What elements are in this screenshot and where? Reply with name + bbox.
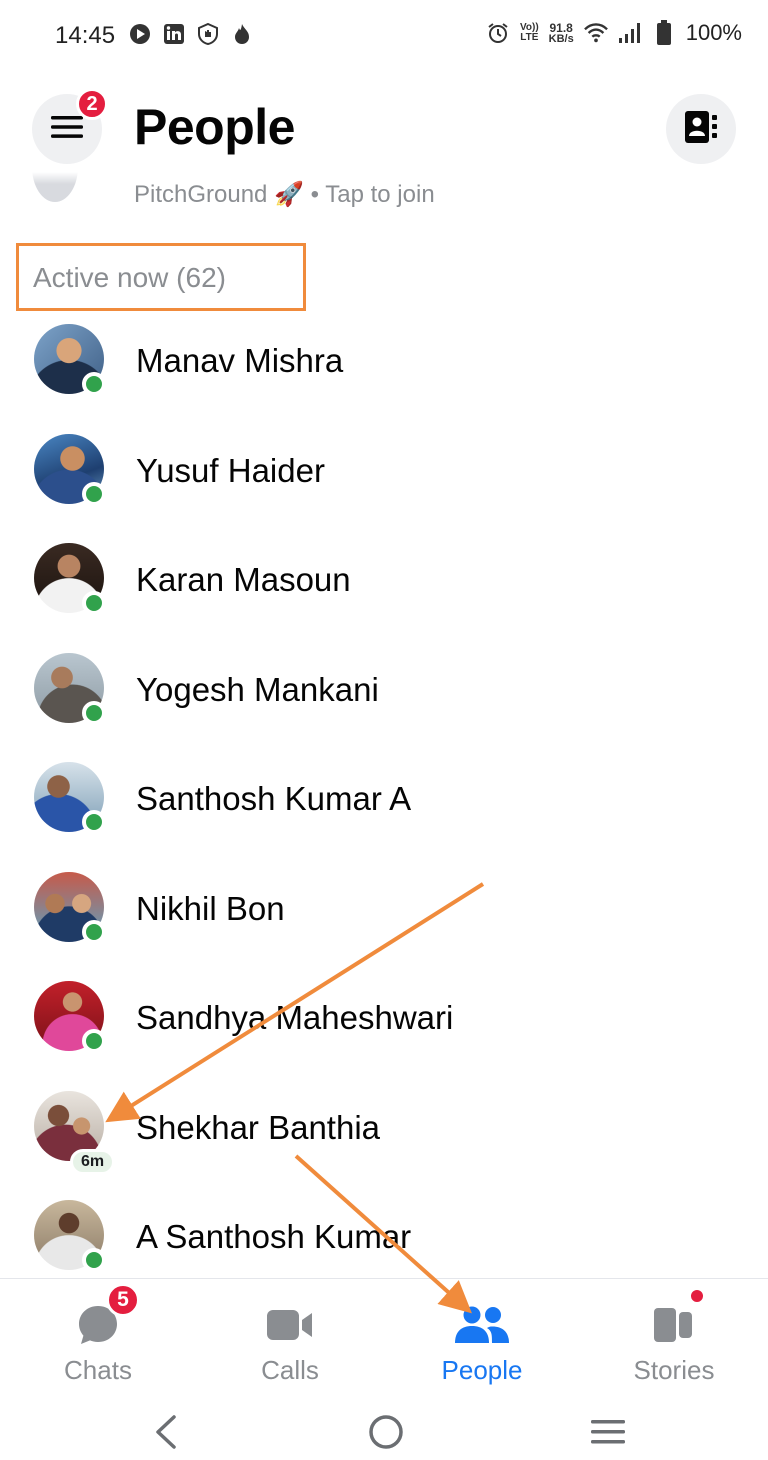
- stories-icon: [646, 1287, 706, 1349]
- active-now-header: Active now (62): [33, 262, 226, 293]
- group-join-row[interactable]: PitchGround 🚀 • Tap to join: [0, 172, 768, 214]
- last-active-badge: 6m: [70, 1148, 116, 1175]
- linkedin-icon: [162, 22, 186, 46]
- person-name: Sandhya Maheshwari: [136, 999, 454, 1036]
- flame-icon: [230, 22, 254, 46]
- online-indicator: [82, 591, 106, 615]
- chats-unread-badge: 5: [106, 1283, 140, 1317]
- menu-notification-badge: 2: [76, 88, 108, 120]
- person-row[interactable]: Yogesh Mankani: [0, 635, 768, 745]
- system-navigation-bar: [0, 1400, 768, 1460]
- person-name: Shekhar Banthia: [136, 1108, 381, 1146]
- person-name: Yusuf Haider: [136, 451, 325, 489]
- alarm-icon: [486, 21, 510, 45]
- contacts-button[interactable]: [666, 94, 736, 164]
- online-indicator: [82, 700, 106, 725]
- group-join-text: PitchGround 🚀 • Tap to join: [134, 181, 435, 208]
- battery-icon: [652, 20, 676, 45]
- hamburger-icon: [51, 115, 83, 144]
- tab-label: People: [441, 1355, 523, 1385]
- stories-new-dot: [688, 1287, 706, 1305]
- people-list: Manav Mishra Yusuf Haider Karan Masoun Y…: [0, 306, 768, 1292]
- tab-label: Stories: [633, 1355, 715, 1385]
- person-name: A Santhosh Kumar: [136, 1218, 412, 1255]
- person-name: Santhosh Kumar A: [136, 780, 412, 817]
- person-row[interactable]: Manav Mishra: [0, 306, 768, 416]
- wifi-icon: [583, 21, 608, 45]
- person-row[interactable]: Santhosh Kumar A: [0, 744, 768, 854]
- home-nav-icon[interactable]: [366, 1412, 406, 1452]
- online-indicator: [82, 1248, 106, 1272]
- tab-label: Calls: [261, 1355, 319, 1385]
- people-icon: [454, 1301, 510, 1349]
- tab-stories[interactable]: Stories: [578, 1279, 768, 1401]
- person-row[interactable]: Yusuf Haider: [0, 416, 768, 526]
- battery-level: 100%: [685, 20, 742, 45]
- signal-icon: [618, 21, 642, 45]
- status-system-icons: Vo)) LTE 91.8 KB/s 100%: [486, 20, 742, 46]
- page-title: People: [134, 99, 295, 155]
- back-nav-icon[interactable]: [146, 1412, 186, 1452]
- video-camera-icon: [262, 1301, 318, 1349]
- contact-book-icon: [683, 110, 719, 149]
- bottom-tab-bar: 5 Chats Calls People Stories: [0, 1278, 768, 1400]
- tab-chats[interactable]: 5 Chats: [2, 1279, 194, 1401]
- person-row[interactable]: Sandhya Maheshwari: [0, 963, 768, 1073]
- person-name: Manav Mishra: [136, 342, 344, 379]
- tab-calls[interactable]: Calls: [194, 1279, 386, 1401]
- recents-nav-icon[interactable]: [588, 1412, 628, 1452]
- play-icon: [128, 22, 152, 46]
- person-row[interactable]: 6m Shekhar Banthia: [0, 1073, 768, 1183]
- online-indicator: [82, 1029, 106, 1053]
- online-indicator: [82, 372, 106, 396]
- network-speed: 91.8 KB/s: [548, 20, 574, 45]
- online-indicator: [82, 919, 106, 944]
- shield-hand-icon: [196, 22, 220, 46]
- person-row[interactable]: A Santhosh Kumar: [0, 1182, 768, 1292]
- online-indicator: [82, 810, 106, 834]
- status-bar: 14:45 Vo)) LTE 91.8 KB/s 100%: [0, 0, 768, 72]
- status-notification-icons: [128, 22, 254, 46]
- person-name: Nikhil Bon: [136, 889, 285, 927]
- status-time: 14:45: [55, 22, 116, 49]
- volte-indicator: Vo)) LTE: [519, 22, 539, 43]
- tab-label: Chats: [64, 1355, 132, 1385]
- online-indicator: [82, 481, 106, 506]
- person-name: Karan Masoun: [136, 561, 351, 598]
- person-row[interactable]: Nikhil Bon: [0, 854, 768, 964]
- tab-people[interactable]: People: [386, 1279, 578, 1401]
- person-name: Yogesh Mankani: [136, 670, 379, 708]
- person-row[interactable]: Karan Masoun: [0, 525, 768, 635]
- chat-bubble-icon: 5: [70, 1283, 140, 1349]
